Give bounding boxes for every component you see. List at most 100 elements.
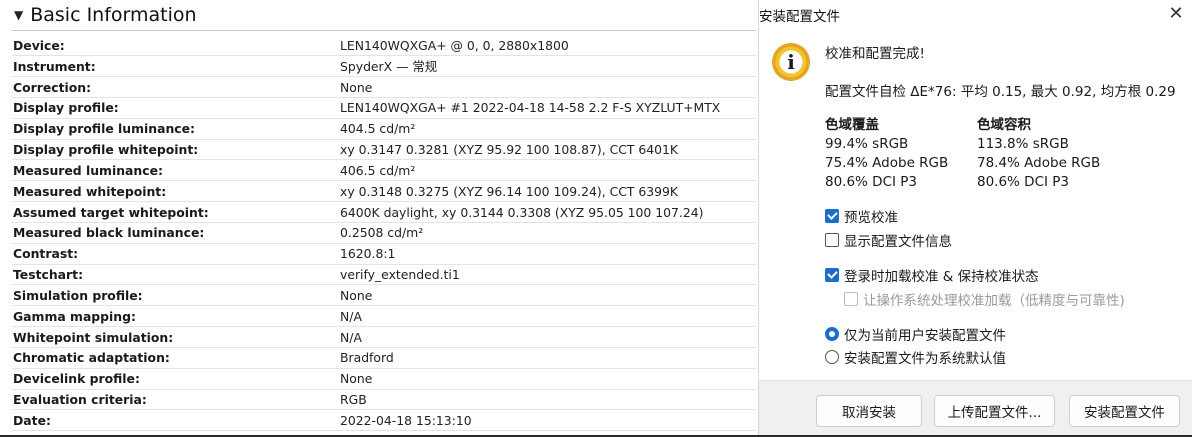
table-row: Assumed target whitepoint: 6400K daylight… [12, 201, 756, 223]
row-label: Assumed target whitepoint: [12, 201, 340, 223]
basic-info-table: Device: LEN140WQXGA+ @ 0, 0, 2880x1800 Ins… [12, 35, 756, 432]
row-label: Instrument: [12, 55, 340, 78]
section-title: Basic Information [30, 4, 197, 26]
scope-current-user-label: 仅为当前用户安装配置文件 [844, 328, 1006, 344]
table-row: Devicelink profile: None [12, 368, 756, 390]
row-label: Simulation profile: [12, 284, 340, 307]
cancel-install-button[interactable]: 取消安装 [816, 395, 922, 427]
row-value: None [340, 284, 756, 307]
row-label: Display profile luminance: [12, 118, 340, 140]
row-label: Gamma mapping: [12, 305, 340, 328]
show-profile-info-label: 显示配置文件信息 [844, 234, 952, 250]
scope-current-user-radio[interactable]: 仅为当前用户安装配置文件 [825, 324, 1006, 344]
row-value: 2022-04-18 15:13:10 [340, 409, 756, 432]
table-row: Evaluation criteria: RGB [12, 389, 756, 411]
table-row: Chromatic adaptation: Bradford [12, 347, 756, 369]
table-row: Whitepoint simulation: N/A [12, 326, 756, 348]
row-value: 0.2508 cd/m² [340, 222, 756, 244]
table-row: Contrast: 1620.8:1 [12, 243, 756, 265]
row-value: 406.5 cd/m² [340, 159, 756, 182]
upload-profile-button[interactable]: 上传配置文件... [934, 395, 1055, 427]
install-profile-dialog: 安装配置文件 ✕ i 校准和配置完成! 配置文件自检 ΔE*76: 平均 0.1… [758, 0, 1192, 437]
row-label: Display profile: [12, 97, 340, 119]
row-value: None [340, 368, 756, 390]
section-divider [12, 30, 756, 31]
scope-system-default-label: 安装配置文件为系统默认值 [844, 351, 1006, 367]
load-on-login-label: 登录时加载校准 & 保持校准状态 [844, 269, 1039, 285]
row-value: xy 0.3147 0.3281 (XYZ 95.92 100 108.87),… [340, 139, 756, 161]
table-row: Correction: None [12, 76, 756, 98]
row-value: RGB [340, 389, 756, 411]
row-label: Whitepoint simulation: [12, 326, 340, 348]
row-label: Chromatic adaptation: [12, 347, 340, 369]
report-panel: ▼ Basic Information Device: LEN140WQXGA+ … [0, 0, 758, 437]
row-label: Devicelink profile: [12, 368, 340, 390]
row-label: Display profile whitepoint: [12, 139, 340, 161]
row-value: N/A [340, 305, 756, 328]
gamut-volume: 色域容积 113.8% sRGB 78.4% Adobe RGB 80.6% D… [977, 116, 1100, 192]
collapse-triangle-icon[interactable]: ▼ [14, 8, 23, 22]
table-row: Display profile luminance: 404.5 cd/m² [12, 118, 756, 140]
row-label: Contrast: [12, 243, 340, 265]
completion-message: 校准和配置完成! [825, 46, 925, 62]
row-label: Evaluation criteria: [12, 389, 340, 411]
table-row: Measured whitepoint: xy 0.3148 0.3275 (XY… [12, 180, 756, 203]
gamut-coverage-dcip3: 80.6% DCI P3 [825, 174, 918, 190]
gamut-coverage-heading: 色域覆盖 [825, 117, 879, 133]
table-row: Measured luminance: 406.5 cd/m² [12, 159, 756, 182]
gamut-coverage-srgb: 99.4% sRGB [825, 136, 909, 152]
table-row: Display profile whitepoint: xy 0.3147 0.3… [12, 139, 756, 161]
close-icon[interactable]: ✕ [1161, 0, 1191, 26]
row-value: 404.5 cd/m² [340, 118, 756, 140]
row-value: verify_extended.ti1 [340, 264, 756, 286]
radio-selected-icon[interactable] [825, 327, 839, 341]
checkbox-disabled-icon [844, 292, 858, 306]
checkbox-checked-icon[interactable] [825, 209, 839, 223]
row-label: Correction: [12, 76, 340, 98]
row-value: LEN140WQXGA+ #1 2022-04-18 14-58 2.2 F-S… [340, 97, 756, 119]
row-value: None [340, 76, 756, 98]
dialog-button-bar: 取消安装 上传配置文件... 安装配置文件 [759, 380, 1192, 437]
table-row: Testchart: verify_extended.ti1 [12, 264, 756, 286]
row-value: N/A [340, 326, 756, 348]
table-row: Gamma mapping: N/A [12, 305, 756, 328]
table-row: Date: 2022-04-18 15:13:10 [12, 409, 756, 432]
show-profile-info-checkbox[interactable]: 显示配置文件信息 [825, 230, 952, 250]
let-os-handle-label: 让操作系统处理校准加载（低精度与可靠性) [863, 293, 1125, 309]
load-on-login-checkbox[interactable]: 登录时加载校准 & 保持校准状态 [825, 265, 1039, 285]
gamut-volume-dcip3: 80.6% DCI P3 [977, 174, 1070, 190]
checkbox-checked-icon[interactable] [825, 268, 839, 282]
preview-calibration-label: 预览校准 [844, 210, 898, 226]
table-row: Instrument: SpyderX — 常规 [12, 55, 756, 78]
row-value: LEN140WQXGA+ @ 0, 0, 2880x1800 [340, 35, 756, 57]
table-row: Simulation profile: None [12, 284, 756, 307]
info-icon: i [773, 44, 809, 80]
row-label: Measured black luminance: [12, 222, 340, 244]
row-value: 1620.8:1 [340, 243, 756, 265]
table-row: Measured black luminance: 0.2508 cd/m² [12, 222, 756, 244]
row-label: Date: [12, 409, 340, 432]
row-label: Device: [12, 35, 340, 57]
radio-unselected-icon[interactable] [825, 350, 839, 364]
gamut-volume-heading: 色域容积 [977, 117, 1031, 133]
row-label: Measured luminance: [12, 159, 340, 182]
table-row: Display profile: LEN140WQXGA+ #1 2022-04-… [12, 97, 756, 119]
preview-calibration-checkbox[interactable]: 预览校准 [825, 206, 898, 226]
gamut-coverage-adobe: 75.4% Adobe RGB [825, 155, 949, 171]
section-header[interactable]: ▼ Basic Information [14, 2, 197, 28]
row-value: Bradford [340, 347, 756, 369]
install-profile-button[interactable]: 安装配置文件 [1069, 395, 1180, 427]
scope-system-default-radio[interactable]: 安装配置文件为系统默认值 [825, 347, 1006, 367]
profile-self-check: 配置文件自检 ΔE*76: 平均 0.15, 最大 0.92, 均方根 0.29 [825, 84, 1176, 100]
row-value: xy 0.3148 0.3275 (XYZ 96.14 100 109.24),… [340, 180, 756, 203]
table-row: Device: LEN140WQXGA+ @ 0, 0, 2880x1800 [12, 35, 756, 57]
gamut-volume-adobe: 78.4% Adobe RGB [977, 155, 1101, 171]
gamut-volume-srgb: 113.8% sRGB [977, 136, 1069, 152]
row-value: 6400K daylight, xy 0.3144 0.3308 (XYZ 95… [340, 201, 756, 223]
row-value: SpyderX — 常规 [340, 55, 756, 78]
row-label: Measured whitepoint: [12, 180, 340, 203]
dialog-title: 安装配置文件 [759, 9, 840, 25]
row-label: Testchart: [12, 264, 340, 286]
let-os-handle-checkbox: 让操作系统处理校准加载（低精度与可靠性) [844, 289, 1125, 309]
checkbox-unchecked-icon[interactable] [825, 233, 839, 247]
